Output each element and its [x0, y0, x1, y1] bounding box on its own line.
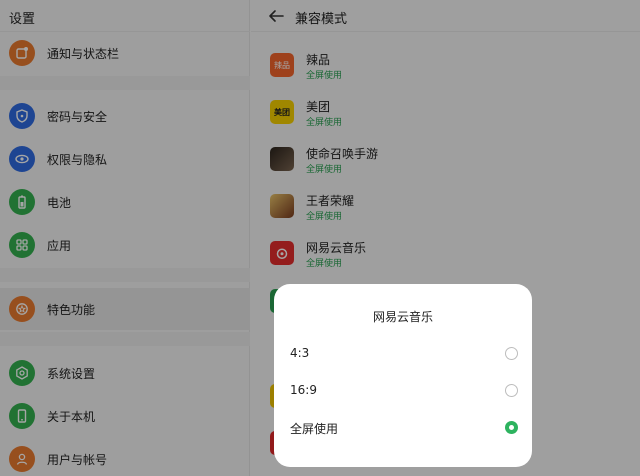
- option-4-3[interactable]: 4:3: [274, 336, 532, 372]
- aspect-ratio-dialog: 网易云音乐 4:3 16:9 全屏使用: [274, 284, 532, 467]
- dialog-title: 网易云音乐: [372, 310, 433, 324]
- radio-button-selected[interactable]: [505, 421, 518, 434]
- radio-button[interactable]: [505, 384, 518, 397]
- option-16-9[interactable]: 16:9: [274, 373, 532, 409]
- radio-button[interactable]: [505, 347, 518, 360]
- option-fullscreen[interactable]: 全屏使用: [274, 410, 532, 446]
- option-label: 全屏使用: [290, 422, 339, 436]
- option-label: 16:9: [290, 383, 317, 397]
- option-label: 4:3: [290, 346, 310, 360]
